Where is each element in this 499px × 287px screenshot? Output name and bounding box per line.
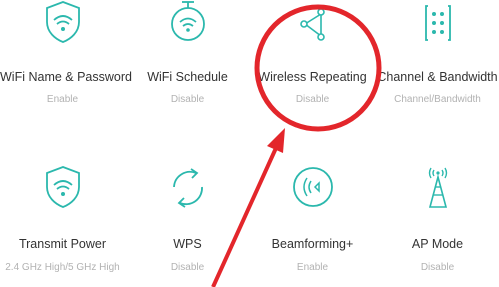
beamforming-icon	[291, 165, 335, 209]
tile-status: Disable	[420, 262, 455, 273]
transmit-power-icon	[41, 165, 85, 209]
tile-status: 2.4 GHz High/5 GHz High	[5, 262, 120, 273]
tile-status: Enable	[296, 262, 329, 273]
tile-transmit-power[interactable]: Transmit Power 2.4 GHz High/5 GHz High	[0, 0, 125, 273]
tile-title: AP Mode	[411, 237, 464, 251]
tile-beamforming[interactable]: Beamforming+ Enable	[250, 0, 375, 273]
tile-status: Disable	[170, 262, 205, 273]
tile-ap-mode[interactable]: AP Mode Disable	[375, 0, 499, 273]
tile-wps[interactable]: WPS Disable	[125, 0, 250, 273]
tile-title: Beamforming+	[271, 237, 354, 251]
tile-title: WPS	[173, 237, 202, 251]
wps-icon	[166, 165, 210, 209]
ap-mode-icon	[416, 165, 460, 209]
tile-title: Transmit Power	[18, 237, 107, 251]
